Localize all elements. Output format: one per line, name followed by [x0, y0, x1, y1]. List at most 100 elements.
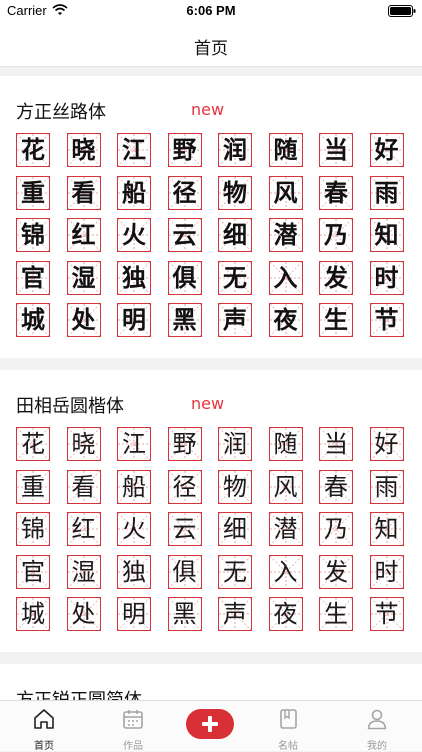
- char-cell[interactable]: 重: [16, 469, 50, 504]
- char-cell[interactable]: 好: [369, 427, 404, 461]
- char-cell[interactable]: 火: [117, 512, 151, 546]
- char-cell[interactable]: 湿: [66, 554, 101, 589]
- char-cell[interactable]: 随: [268, 133, 303, 167]
- char-cell[interactable]: 夜: [268, 597, 303, 631]
- char-cell[interactable]: 物: [218, 175, 252, 210]
- char-cell[interactable]: 入: [268, 260, 303, 295]
- char-cell[interactable]: 径: [167, 175, 202, 210]
- char-cell[interactable]: 知: [369, 218, 404, 252]
- char-cell[interactable]: 节: [369, 303, 404, 337]
- char-glyph: 独: [122, 263, 146, 292]
- char-cell[interactable]: 润: [218, 427, 252, 461]
- char-cell[interactable]: 火: [117, 218, 151, 252]
- char-glyph: 俱: [172, 263, 197, 292]
- char-cell[interactable]: 独: [117, 260, 151, 295]
- char-cell[interactable]: 当: [319, 133, 353, 167]
- char-cell[interactable]: 径: [167, 469, 202, 504]
- char-cell[interactable]: 风: [268, 175, 303, 210]
- char-cell[interactable]: 城: [16, 303, 50, 337]
- char-glyph: 风: [273, 178, 298, 207]
- char-cell[interactable]: 野: [167, 133, 202, 167]
- char-cell[interactable]: 雨: [369, 175, 404, 210]
- char-cell[interactable]: 发: [319, 260, 353, 295]
- char-cell[interactable]: 生: [319, 597, 353, 631]
- char-cell[interactable]: 红: [66, 218, 101, 252]
- char-cell[interactable]: 官: [16, 554, 50, 589]
- char-cell[interactable]: 润: [218, 133, 252, 167]
- char-cell[interactable]: 声: [218, 597, 252, 631]
- char-cell[interactable]: 红: [66, 512, 101, 546]
- char-cell[interactable]: 官: [16, 260, 50, 295]
- char-cell[interactable]: 好: [369, 133, 404, 167]
- char-cell[interactable]: 潜: [268, 512, 303, 546]
- nav-bar: 首页: [0, 22, 422, 67]
- char-glyph: 入: [273, 557, 298, 586]
- char-cell[interactable]: 发: [319, 554, 353, 589]
- char-cell[interactable]: 城: [16, 597, 50, 631]
- char-cell[interactable]: 黑: [167, 303, 202, 337]
- char-cell[interactable]: 无: [218, 554, 252, 589]
- char-cell[interactable]: 时: [369, 554, 404, 589]
- char-cell[interactable]: 生: [319, 303, 353, 337]
- char-cell[interactable]: 物: [218, 469, 252, 504]
- char-cell[interactable]: 云: [167, 218, 202, 252]
- char-cell[interactable]: 看: [66, 469, 101, 504]
- char-glyph: 重: [21, 178, 45, 207]
- char-cell[interactable]: 花: [16, 427, 50, 461]
- font-card[interactable]: 方正锐正圆简体: [0, 664, 422, 700]
- tab-works[interactable]: 作品: [91, 701, 175, 752]
- char-cell[interactable]: 云: [167, 512, 202, 546]
- char-cell[interactable]: 乃: [319, 218, 353, 252]
- char-glyph: 江: [122, 430, 146, 458]
- char-cell[interactable]: 夜: [268, 303, 303, 337]
- char-cell[interactable]: 时: [369, 260, 404, 295]
- char-cell[interactable]: 独: [117, 554, 151, 589]
- char-cell[interactable]: 晓: [66, 133, 101, 167]
- char-cell[interactable]: 俱: [167, 554, 202, 589]
- char-cell[interactable]: 细: [218, 512, 252, 546]
- char-cell[interactable]: 入: [268, 554, 303, 589]
- tab-home[interactable]: 首页: [2, 701, 86, 752]
- font-card[interactable]: 田相岳圆楷体 new 花晓江野润随当好重看船径物风春雨锦红火云细潜乃知官湿独俱无…: [0, 370, 422, 652]
- char-cell[interactable]: 看: [66, 175, 101, 210]
- char-cell[interactable]: 俱: [167, 260, 202, 295]
- char-cell[interactable]: 当: [319, 427, 353, 461]
- char-glyph: 乃: [324, 221, 348, 249]
- char-cell[interactable]: 明: [117, 597, 151, 631]
- char-cell[interactable]: 春: [319, 469, 353, 504]
- char-cell[interactable]: 风: [268, 469, 303, 504]
- char-cell[interactable]: 花: [16, 133, 50, 167]
- char-cell[interactable]: 知: [369, 512, 404, 546]
- char-cell[interactable]: 随: [268, 427, 303, 461]
- tab-mine[interactable]: 我的: [335, 701, 419, 752]
- char-cell[interactable]: 锦: [16, 512, 50, 546]
- char-cell[interactable]: 重: [16, 175, 50, 210]
- char-cell[interactable]: 潜: [268, 218, 303, 252]
- char-glyph: 知: [374, 221, 399, 249]
- char-cell[interactable]: 春: [319, 175, 353, 210]
- char-glyph: 湿: [71, 263, 96, 292]
- char-cell[interactable]: 无: [218, 260, 252, 295]
- char-cell[interactable]: 锦: [16, 218, 50, 252]
- char-cell[interactable]: 江: [117, 427, 151, 461]
- tab-copybook[interactable]: 名帖: [246, 701, 330, 752]
- char-cell[interactable]: 江: [117, 133, 151, 167]
- char-cell[interactable]: 雨: [369, 469, 404, 504]
- char-cell[interactable]: 野: [167, 427, 202, 461]
- char-glyph: 湿: [71, 557, 96, 586]
- add-button[interactable]: [186, 709, 234, 739]
- char-cell[interactable]: 节: [369, 597, 404, 631]
- char-cell[interactable]: 晓: [66, 427, 101, 461]
- char-cell[interactable]: 明: [117, 303, 151, 337]
- char-cell[interactable]: 处: [66, 597, 101, 631]
- char-cell[interactable]: 船: [117, 175, 151, 210]
- font-list[interactable]: 方正丝路体 new 花晓江野润随当好重看船径物风春雨锦红火云细潜乃知官湿独俱无入…: [0, 67, 422, 700]
- char-cell[interactable]: 船: [117, 469, 151, 504]
- char-cell[interactable]: 声: [218, 303, 252, 337]
- char-cell[interactable]: 乃: [319, 512, 353, 546]
- char-cell[interactable]: 细: [218, 218, 252, 252]
- char-cell[interactable]: 处: [66, 303, 101, 337]
- font-card[interactable]: 方正丝路体 new 花晓江野润随当好重看船径物风春雨锦红火云细潜乃知官湿独俱无入…: [0, 76, 422, 358]
- char-cell[interactable]: 黑: [167, 597, 202, 631]
- char-cell[interactable]: 湿: [66, 260, 101, 295]
